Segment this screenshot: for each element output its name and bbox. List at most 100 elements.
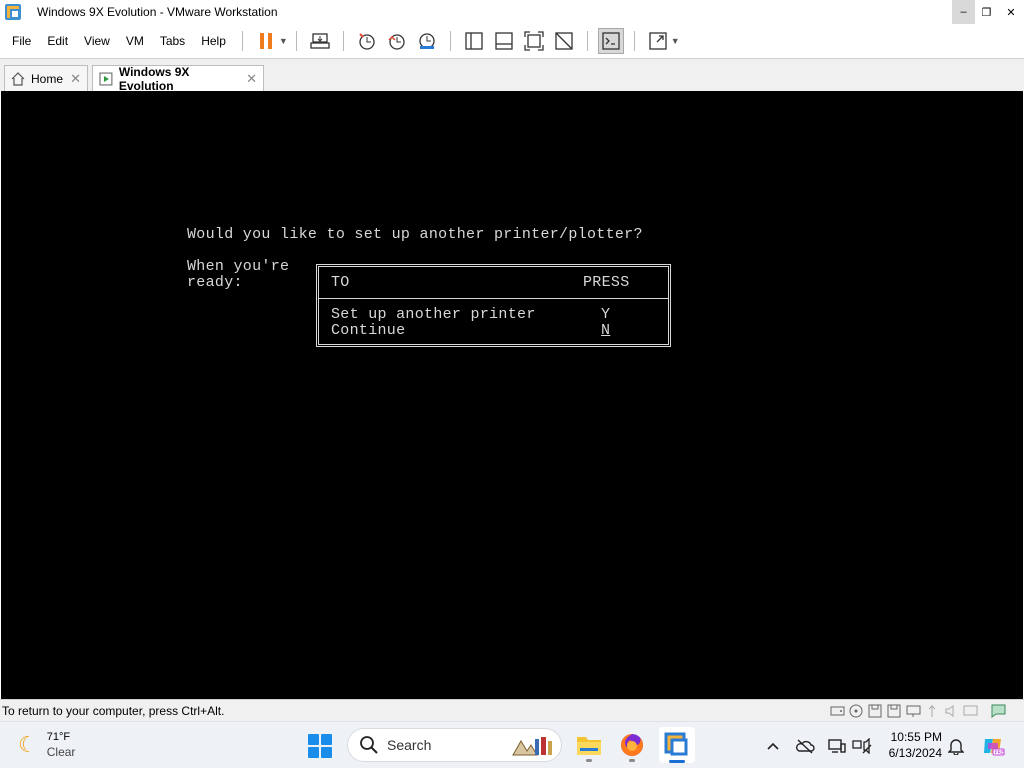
take-snapshot-button[interactable] bbox=[354, 28, 380, 54]
windows-taskbar: ☾ 71°F Clear Search 10:55 PM 6/13/2024 P… bbox=[0, 721, 1024, 768]
toolbar-divider bbox=[241, 31, 243, 51]
option-key-n: N bbox=[601, 322, 611, 339]
start-icon-tile bbox=[321, 734, 332, 745]
full-screen-icon bbox=[524, 31, 544, 51]
maximize-button[interactable]: ❐ bbox=[975, 0, 998, 24]
menu-vm[interactable]: VM bbox=[118, 24, 152, 58]
start-icon-tile bbox=[308, 734, 319, 745]
stretch-guest-button[interactable] bbox=[645, 28, 671, 54]
menu-bar: File Edit View VM Tabs Help ▼ ▼ bbox=[0, 24, 1024, 58]
device-status-icons bbox=[829, 703, 1006, 718]
tab-home[interactable]: Home ✕ bbox=[4, 65, 88, 92]
title-bar: Windows 9X Evolution - VMware Workstatio… bbox=[0, 0, 1024, 24]
weather-widget[interactable]: ☾ 71°F Clear bbox=[18, 730, 75, 760]
active-indicator bbox=[669, 760, 685, 763]
vm-console[interactable]: Would you like to set up another printer… bbox=[1, 91, 1023, 699]
console-view-button[interactable] bbox=[597, 28, 624, 54]
menu-help[interactable]: Help bbox=[193, 24, 234, 58]
toolbar-divider bbox=[633, 31, 635, 51]
unity-button[interactable] bbox=[551, 28, 577, 54]
stretch-dropdown-icon[interactable]: ▼ bbox=[671, 36, 680, 46]
option-key-y: Y bbox=[601, 306, 611, 323]
home-icon bbox=[11, 72, 25, 86]
pause-dropdown-icon[interactable]: ▼ bbox=[279, 36, 288, 46]
moon-icon: ☾ bbox=[18, 732, 38, 757]
library-icon bbox=[465, 32, 483, 50]
menu-view[interactable]: View bbox=[76, 24, 118, 58]
status-bar: To return to your computer, press Ctrl+A… bbox=[0, 699, 1024, 721]
taskbar-vmware[interactable] bbox=[659, 727, 695, 763]
running-indicator bbox=[586, 759, 592, 762]
snapshot-manager-icon bbox=[419, 33, 435, 49]
file-explorer-icon bbox=[577, 737, 601, 755]
toolbar-divider bbox=[449, 31, 451, 51]
svg-text:PRE: PRE bbox=[995, 750, 1005, 756]
revert-snapshot-button[interactable] bbox=[384, 28, 410, 54]
snapshot-icon bbox=[359, 33, 375, 50]
clock-time: 10:55 PM bbox=[890, 730, 942, 744]
menu-file[interactable]: File bbox=[0, 24, 39, 58]
console-icon bbox=[602, 32, 620, 50]
snapshot-manager-button[interactable] bbox=[414, 28, 440, 54]
menu-edit[interactable]: Edit bbox=[39, 24, 76, 58]
minimize-button[interactable]: – bbox=[952, 0, 975, 24]
unity-icon bbox=[555, 32, 573, 50]
tray-overflow-chevron-icon[interactable] bbox=[763, 736, 783, 756]
start-icon-tile bbox=[321, 747, 332, 758]
revert-snapshot-icon bbox=[388, 34, 405, 50]
table-header-to: TO bbox=[331, 274, 350, 291]
notification-bell-icon[interactable] bbox=[946, 736, 966, 756]
send-ctrl-alt-del-button[interactable] bbox=[307, 28, 333, 54]
thumbnail-icon bbox=[495, 32, 513, 50]
tab-windows-9x-evolution[interactable]: Windows 9X Evolution ✕ bbox=[92, 65, 264, 93]
status-divider bbox=[981, 703, 987, 718]
taskbar-file-explorer[interactable] bbox=[575, 731, 603, 762]
taskbar-search[interactable]: Search bbox=[347, 728, 562, 762]
vm-running-icon bbox=[99, 72, 113, 86]
start-button[interactable] bbox=[308, 734, 332, 758]
prompt-line-1: When you're bbox=[187, 258, 290, 275]
display-tray-icon[interactable] bbox=[827, 736, 847, 756]
search-placeholder: Search bbox=[387, 737, 432, 753]
stretch-icon bbox=[649, 32, 667, 50]
vmware-icon bbox=[5, 4, 21, 20]
show-library-button[interactable] bbox=[461, 28, 487, 54]
sound-icon[interactable] bbox=[943, 703, 959, 718]
display-icon[interactable] bbox=[962, 703, 978, 718]
floppy-icon[interactable] bbox=[867, 703, 883, 718]
message-log-icon[interactable] bbox=[990, 703, 1006, 718]
start-icon-tile bbox=[308, 747, 319, 758]
floppy-2-icon[interactable] bbox=[886, 703, 902, 718]
thumbnail-bar-button[interactable] bbox=[491, 28, 517, 54]
copilot-icon[interactable]: PRE bbox=[980, 736, 1006, 756]
prompt-line-2: ready: bbox=[187, 274, 243, 291]
tab-home-close-icon[interactable]: ✕ bbox=[70, 71, 81, 87]
tab-vm-close-icon[interactable]: ✕ bbox=[246, 71, 257, 87]
network-sound-tray-icon[interactable] bbox=[852, 736, 872, 756]
clock-date: 6/13/2024 bbox=[888, 746, 942, 760]
cd-drive-icon[interactable] bbox=[848, 703, 864, 718]
firefox-icon bbox=[621, 734, 643, 756]
weather-temp: 71°F bbox=[46, 731, 71, 743]
toolbar-divider bbox=[586, 31, 588, 51]
menu-tabs[interactable]: Tabs bbox=[152, 24, 193, 58]
onedrive-icon[interactable] bbox=[795, 736, 815, 756]
vmware-taskbar-icon bbox=[664, 732, 688, 756]
window-title: Windows 9X Evolution - VMware Workstatio… bbox=[37, 5, 278, 19]
network-icon[interactable] bbox=[905, 703, 921, 718]
option-continue: Continue bbox=[331, 322, 406, 339]
usb-icon[interactable] bbox=[924, 703, 940, 718]
full-screen-button[interactable] bbox=[521, 28, 547, 54]
weather-condition: Clear bbox=[46, 745, 76, 759]
option-setup-another-printer: Set up another printer bbox=[331, 306, 536, 323]
tab-home-label: Home bbox=[31, 72, 64, 86]
search-highlight-icon bbox=[512, 737, 552, 756]
keyboard-send-icon bbox=[310, 33, 330, 49]
hard-disk-icon[interactable] bbox=[829, 703, 845, 718]
close-button[interactable]: ✕ bbox=[998, 0, 1024, 24]
setup-question: Would you like to set up another printer… bbox=[187, 226, 643, 243]
pause-button[interactable] bbox=[253, 28, 279, 54]
search-icon bbox=[360, 736, 378, 754]
system-clock[interactable]: 10:55 PM 6/13/2024 bbox=[878, 729, 942, 761]
taskbar-firefox[interactable] bbox=[618, 731, 646, 762]
